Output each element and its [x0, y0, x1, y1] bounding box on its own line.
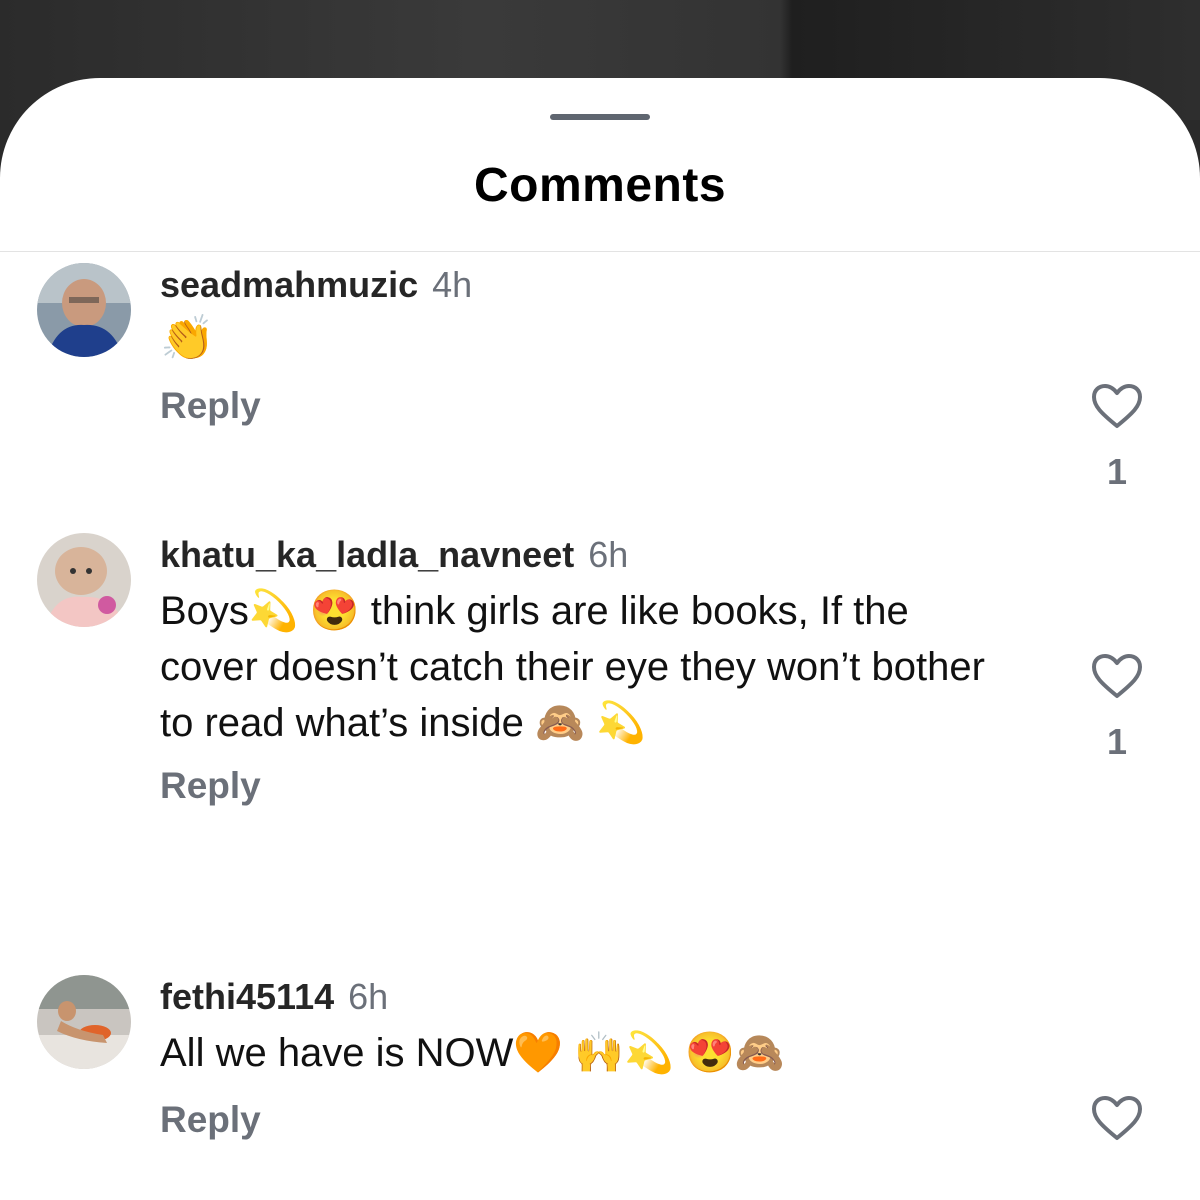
comment-body: fethi45114 6h All we have is NOW🧡 🙌💫 😍🙈 … — [160, 975, 1020, 1141]
header-divider — [0, 251, 1200, 252]
like-control — [1088, 1095, 1146, 1163]
heart-outline-icon[interactable] — [1091, 1095, 1143, 1141]
comment-body: khatu_ka_ladla_navneet 6h Boys💫 😍 think … — [160, 533, 1020, 807]
avatar[interactable] — [37, 533, 131, 627]
like-count: 1 — [1106, 451, 1128, 492]
like-control: 1 — [1088, 383, 1146, 493]
avatar[interactable] — [37, 975, 131, 1069]
drag-handle[interactable] — [550, 114, 650, 120]
comment-header: seadmahmuzic 4h — [160, 263, 1020, 307]
comment-text: All we have is NOW🧡 🙌💫 😍🙈 — [160, 1031, 785, 1075]
comment-header: khatu_ka_ladla_navneet 6h — [160, 533, 1020, 577]
comment-header: fethi45114 6h — [160, 975, 1020, 1019]
timestamp: 6h — [588, 534, 629, 575]
sheet-title: Comments — [473, 159, 727, 212]
comment-text: Boys💫 😍 think girls are like books, If t… — [160, 589, 985, 745]
timestamp: 4h — [432, 264, 473, 305]
username[interactable]: seadmahmuzic — [160, 264, 418, 305]
avatar[interactable] — [37, 263, 131, 357]
like-count: 1 — [1106, 721, 1128, 762]
heart-outline-icon[interactable] — [1091, 383, 1143, 429]
heart-outline-icon[interactable] — [1091, 653, 1143, 699]
reply-button[interactable]: Reply — [160, 385, 1020, 427]
comment-body: seadmahmuzic 4h 👏 Reply — [160, 263, 1020, 427]
username[interactable]: fethi45114 — [160, 976, 334, 1017]
comment-text: 👏 — [160, 313, 215, 364]
like-control: 1 — [1088, 653, 1146, 763]
comments-sheet: Comments seadmahmuzic 4h 👏 Reply 1 khatu… — [0, 78, 1200, 1200]
username[interactable]: khatu_ka_ladla_navneet — [160, 534, 574, 575]
reply-button[interactable]: Reply — [160, 765, 1020, 807]
timestamp: 6h — [348, 976, 389, 1017]
reply-button[interactable]: Reply — [160, 1099, 1020, 1141]
